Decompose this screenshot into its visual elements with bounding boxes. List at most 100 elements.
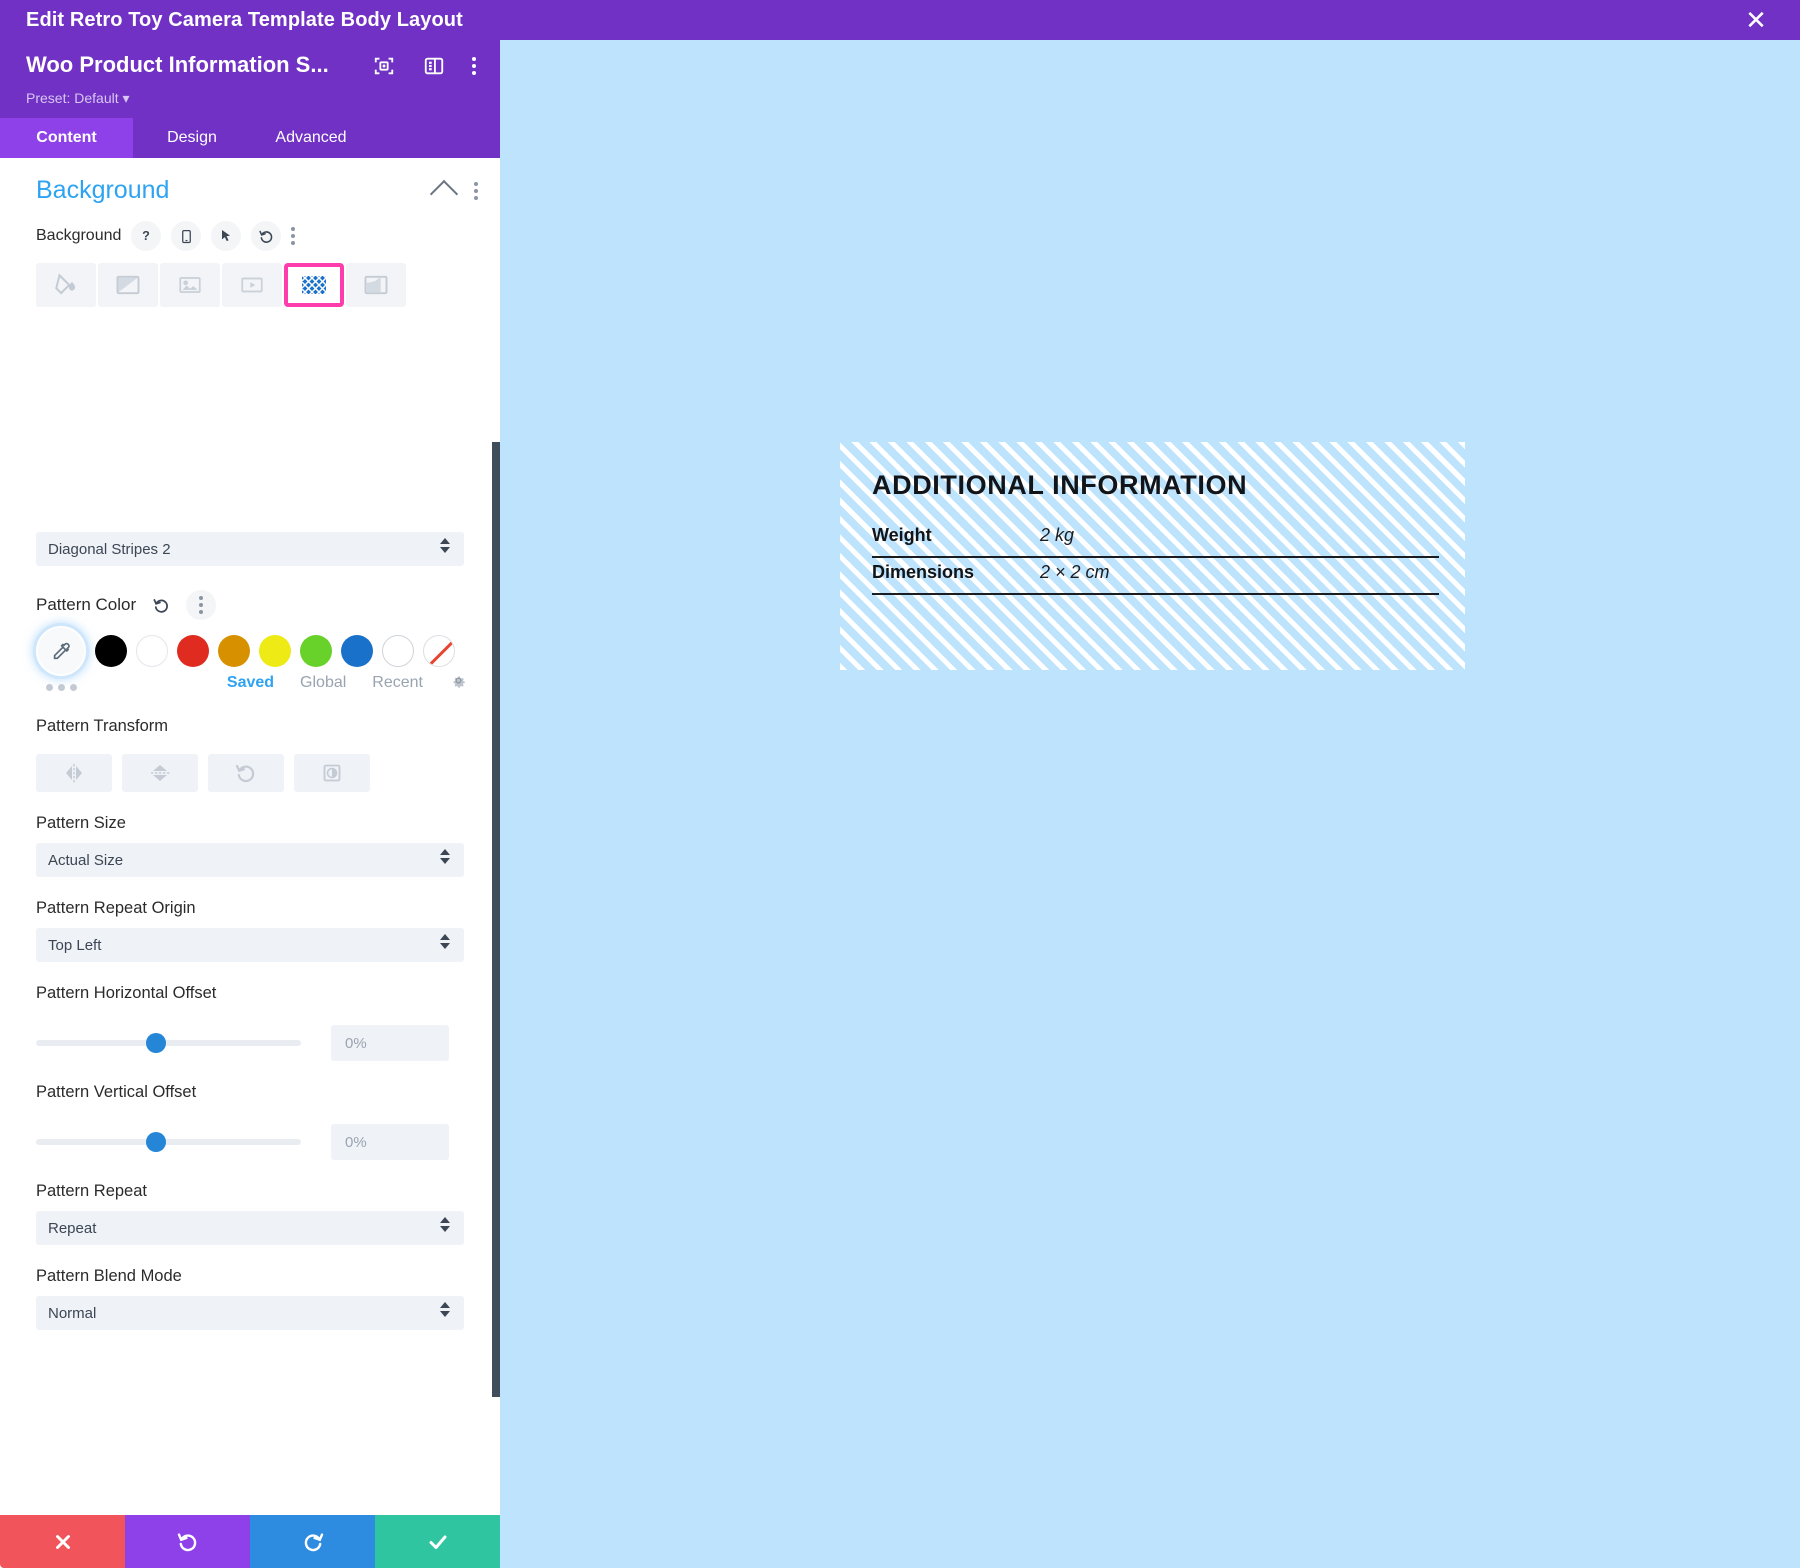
pattern-repeat-origin-label: Pattern Repeat Origin <box>36 899 196 917</box>
more-vertical-icon[interactable] <box>186 590 217 620</box>
background-pattern-button[interactable] <box>284 263 344 307</box>
module-title: Woo Product Information S... <box>26 52 329 77</box>
responsive-mobile-icon[interactable] <box>171 221 202 251</box>
background-color-button[interactable] <box>36 263 96 307</box>
swatch-black[interactable] <box>95 635 127 667</box>
hover-cursor-icon[interactable] <box>211 221 242 251</box>
svg-text:?: ? <box>143 229 151 243</box>
additional-information-module[interactable]: ADDITIONAL INFORMATION Weight 2 kg Dimen… <box>840 442 1465 670</box>
settings-action-bar <box>0 1515 500 1568</box>
pattern-horizontal-offset-input[interactable]: 0% <box>331 1025 449 1061</box>
swatch-plain-white[interactable] <box>382 635 414 667</box>
swatch-red[interactable] <box>177 635 209 667</box>
page-title: Edit Retro Toy Camera Template Body Layo… <box>26 8 463 31</box>
palette-tab-saved[interactable]: Saved <box>227 674 274 692</box>
table-row: Dimensions 2 × 2 cm <box>872 557 1439 595</box>
gear-icon[interactable] <box>449 671 468 695</box>
pattern-horizontal-offset-label: Pattern Horizontal Offset <box>36 984 217 1002</box>
pattern-blend-mode-select[interactable]: Normal <box>36 1296 464 1330</box>
table-cell-value: 2 × 2 cm <box>1040 557 1439 595</box>
section-header-background[interactable]: Background <box>0 158 500 211</box>
background-field-label-row: Background ? <box>0 211 500 251</box>
pattern-repeat-label: Pattern Repeat <box>36 1182 147 1200</box>
pattern-size-value: Actual Size <box>48 851 124 869</box>
pattern-size-field: Actual Size <box>0 843 500 877</box>
table-cell-value: 2 kg <box>1040 521 1439 558</box>
cancel-button[interactable] <box>0 1515 125 1568</box>
pattern-transform-buttons <box>0 746 500 792</box>
more-vertical-icon[interactable] <box>291 227 296 245</box>
pattern-size-select[interactable]: Actual Size <box>36 843 464 877</box>
reset-icon[interactable] <box>251 221 282 251</box>
table-cell-key: Weight <box>872 521 1040 558</box>
invert-button[interactable] <box>294 754 370 792</box>
chevron-updown-icon <box>440 538 450 553</box>
swatch-green[interactable] <box>300 635 332 667</box>
background-image-button[interactable] <box>160 263 220 307</box>
chevron-up-icon[interactable] <box>429 179 459 208</box>
chevron-updown-icon <box>440 1302 450 1317</box>
swatch-orange[interactable] <box>218 635 250 667</box>
tab-advanced[interactable]: Advanced <box>251 118 371 158</box>
slider-handle[interactable] <box>146 1132 166 1152</box>
pattern-color-swatches <box>0 626 500 676</box>
redo-button[interactable] <box>250 1515 375 1568</box>
close-icon[interactable]: ✕ <box>1734 0 1778 40</box>
flip-horizontal-button[interactable] <box>36 754 112 792</box>
module-heading: ADDITIONAL INFORMATION <box>872 470 1248 500</box>
pattern-blend-mode-field: Normal <box>0 1296 500 1330</box>
pattern-repeat-select[interactable]: Repeat <box>36 1211 464 1245</box>
color-picker-button[interactable] <box>36 626 86 676</box>
palette-tab-recent[interactable]: Recent <box>372 674 423 692</box>
chevron-updown-icon <box>440 1217 450 1232</box>
modal-title-bar: Edit Retro Toy Camera Template Body Layo… <box>0 0 1800 40</box>
chevron-updown-icon <box>440 849 450 864</box>
more-vertical-icon[interactable] <box>474 181 478 200</box>
pattern-repeat-origin-select[interactable]: Top Left <box>36 928 464 962</box>
tab-content[interactable]: Content <box>0 118 133 158</box>
pattern-vertical-offset-row: 0% <box>0 1112 500 1160</box>
pattern-vertical-offset-label: Pattern Vertical Offset <box>36 1083 197 1101</box>
swatch-blue[interactable] <box>341 635 373 667</box>
flip-vertical-button[interactable] <box>122 754 198 792</box>
color-palette-tabs: Saved Global Recent <box>0 671 500 695</box>
pattern-horizontal-offset-slider[interactable] <box>36 1033 301 1053</box>
pattern-style-select[interactable]: Diagonal Stripes 2 <box>36 532 464 566</box>
editor-canvas: ADDITIONAL INFORMATION Weight 2 kg Dimen… <box>500 40 1800 1568</box>
additional-information-table: Weight 2 kg Dimensions 2 × 2 cm <box>872 521 1439 595</box>
pattern-vertical-offset-input[interactable]: 0% <box>331 1124 449 1160</box>
undo-button[interactable] <box>125 1515 250 1568</box>
focus-target-icon[interactable] <box>372 54 396 78</box>
reset-icon[interactable] <box>146 590 176 620</box>
save-button[interactable] <box>375 1515 500 1568</box>
background-mask-button[interactable] <box>346 263 406 307</box>
settings-panel: Woo Product Information S... Preset: Def… <box>0 40 500 1568</box>
more-vertical-icon[interactable] <box>472 57 476 75</box>
pattern-preview-area <box>0 307 500 532</box>
settings-panel-header: Woo Product Information S... Preset: Def… <box>0 40 500 118</box>
pattern-repeat-origin-value: Top Left <box>48 936 102 954</box>
pattern-style-field: Diagonal Stripes 2 <box>0 532 500 566</box>
settings-panel-body: Background Background ? Diagonal Stripes… <box>0 158 500 1523</box>
pattern-blend-mode-value: Normal <box>48 1304 97 1322</box>
panel-scrollbar[interactable] <box>492 442 500 1397</box>
background-gradient-button[interactable] <box>98 263 158 307</box>
help-icon[interactable]: ? <box>131 221 162 251</box>
swatch-white[interactable] <box>136 635 168 667</box>
pattern-color-label: Pattern Color <box>36 595 137 614</box>
palette-tab-global[interactable]: Global <box>300 674 346 692</box>
preset-selector[interactable]: Preset: Default ▾ <box>26 90 130 107</box>
rotate-button[interactable] <box>208 754 284 792</box>
layout-panel-icon[interactable] <box>422 54 446 78</box>
background-label: Background <box>36 227 122 244</box>
background-video-button[interactable] <box>222 263 282 307</box>
swatch-yellow[interactable] <box>259 635 291 667</box>
slider-handle[interactable] <box>146 1033 166 1053</box>
tab-design[interactable]: Design <box>133 118 251 158</box>
pattern-repeat-value: Repeat <box>48 1219 97 1237</box>
preset-label: Preset: Default <box>26 90 119 106</box>
swatch-transparent[interactable] <box>423 635 455 667</box>
pattern-horizontal-offset-row: 0% <box>0 1013 500 1061</box>
pattern-vertical-offset-slider[interactable] <box>36 1132 301 1152</box>
pattern-repeat-origin-field: Top Left <box>0 928 500 962</box>
